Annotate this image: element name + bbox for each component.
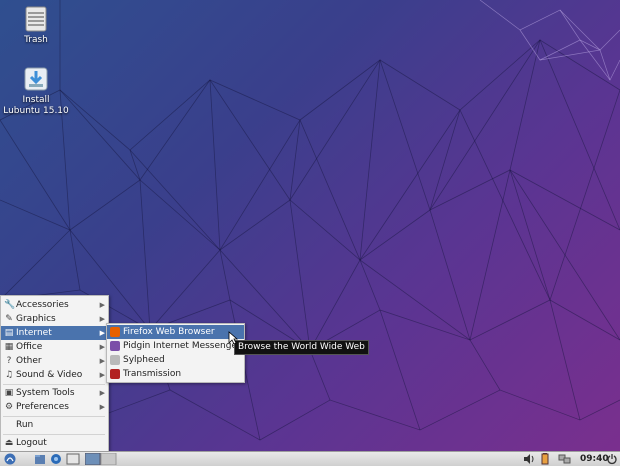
- pidgin-icon: [110, 341, 120, 351]
- start-menu-button[interactable]: [2, 453, 18, 465]
- internet-icon: ▤: [4, 328, 14, 338]
- system-tools-icon: ▣: [4, 388, 14, 398]
- mouse-cursor-icon: [228, 331, 238, 345]
- menu-item-label: Office: [16, 342, 43, 352]
- menu-item-sound-video[interactable]: ♫ Sound & Video ▶: [1, 368, 108, 382]
- logout-icon: ⏏: [4, 438, 14, 448]
- menu-item-label: System Tools: [16, 388, 75, 398]
- desktop-icon-label: Trash: [24, 35, 48, 45]
- menu-item-label: Internet: [16, 328, 52, 338]
- submenu-arrow-icon: ▶: [99, 329, 105, 337]
- submenu-arrow-icon: ▶: [99, 301, 105, 309]
- office-icon: ▦: [4, 342, 14, 352]
- network-icon[interactable]: [558, 453, 572, 465]
- menu-separator: [3, 434, 105, 435]
- submenu-item-sylpheed[interactable]: Sylpheed: [107, 353, 244, 367]
- sound-video-icon: ♫: [4, 370, 14, 380]
- submenu-item-label: Transmission: [123, 369, 182, 379]
- run-icon: [4, 420, 14, 430]
- menu-item-office[interactable]: ▦ Office ▶: [1, 340, 108, 354]
- file-manager-launcher-icon[interactable]: [34, 453, 46, 465]
- desktop-icon-label-line2: Lubuntu 15.10: [3, 106, 69, 116]
- menu-item-system-tools[interactable]: ▣ System Tools ▶: [1, 386, 108, 400]
- menu-item-graphics[interactable]: ✎ Graphics ▶: [1, 312, 108, 326]
- submenu-arrow-icon: ▶: [99, 389, 105, 397]
- submenu-item-label: Sylpheed: [123, 355, 165, 365]
- menu-item-label: Preferences: [16, 402, 69, 412]
- application-menu: 🔧 Accessories ▶ ✎ Graphics ▶ ▤ Internet …: [0, 295, 109, 453]
- menu-item-run[interactable]: Run: [1, 418, 108, 432]
- submenu-arrow-icon: ▶: [99, 357, 105, 365]
- menu-item-label: Other: [16, 356, 42, 366]
- battery-icon[interactable]: [540, 453, 550, 465]
- browser-launcher-icon[interactable]: [50, 453, 62, 465]
- graphics-icon: ✎: [5, 314, 13, 324]
- menu-item-label: Logout: [16, 438, 47, 448]
- submenu-arrow-icon: ▶: [99, 403, 105, 411]
- menu-item-logout[interactable]: ⏏ Logout: [1, 436, 108, 450]
- accessories-icon: 🔧: [4, 300, 16, 310]
- desktop-icon-label-line1: Install: [22, 95, 50, 105]
- submenu-item-transmission[interactable]: Transmission: [107, 367, 244, 381]
- internet-submenu: Firefox Web Browser Pidgin Internet Mess…: [106, 323, 245, 383]
- menu-item-label: Graphics: [16, 314, 56, 324]
- menu-item-accessories[interactable]: 🔧 Accessories ▶: [1, 298, 108, 312]
- desktop-icon-install[interactable]: Install Lubuntu 15.10: [0, 66, 72, 117]
- workspace-switcher[interactable]: [85, 453, 117, 465]
- power-icon[interactable]: [606, 453, 618, 465]
- submenu-arrow-icon: ▶: [99, 315, 105, 323]
- sylpheed-icon: [110, 355, 120, 365]
- show-desktop-icon[interactable]: [66, 453, 80, 465]
- trash-icon: [25, 6, 47, 32]
- firefox-icon: [110, 327, 120, 337]
- menu-item-label: Sound & Video: [16, 370, 83, 380]
- transmission-icon: [110, 369, 120, 379]
- tooltip: Browse the World Wide Web: [234, 340, 369, 355]
- install-icon: [24, 67, 48, 91]
- menu-item-other[interactable]: ? Other ▶: [1, 354, 108, 368]
- submenu-item-label: Firefox Web Browser: [123, 327, 215, 337]
- submenu-item-label: Pidgin Internet Messenger: [123, 341, 241, 351]
- clock[interactable]: 09:40: [580, 452, 609, 466]
- submenu-item-firefox[interactable]: Firefox Web Browser: [107, 325, 244, 339]
- menu-item-internet[interactable]: ▤ Internet ▶: [1, 326, 108, 340]
- menu-item-preferences[interactable]: ⚙ Preferences ▶: [1, 400, 108, 414]
- menu-separator: [3, 384, 105, 385]
- menu-item-label: Run: [16, 420, 34, 430]
- volume-icon[interactable]: [523, 453, 535, 465]
- submenu-arrow-icon: ▶: [99, 371, 105, 379]
- submenu-arrow-icon: ▶: [99, 343, 105, 351]
- taskbar: 09:40: [0, 451, 620, 466]
- submenu-item-pidgin[interactable]: Pidgin Internet Messenger: [107, 339, 244, 353]
- menu-separator: [3, 416, 105, 417]
- preferences-icon: ⚙: [4, 402, 14, 412]
- menu-item-label: Accessories: [16, 300, 69, 310]
- desktop-icon-trash[interactable]: Trash: [0, 6, 72, 46]
- other-icon: ?: [6, 356, 12, 366]
